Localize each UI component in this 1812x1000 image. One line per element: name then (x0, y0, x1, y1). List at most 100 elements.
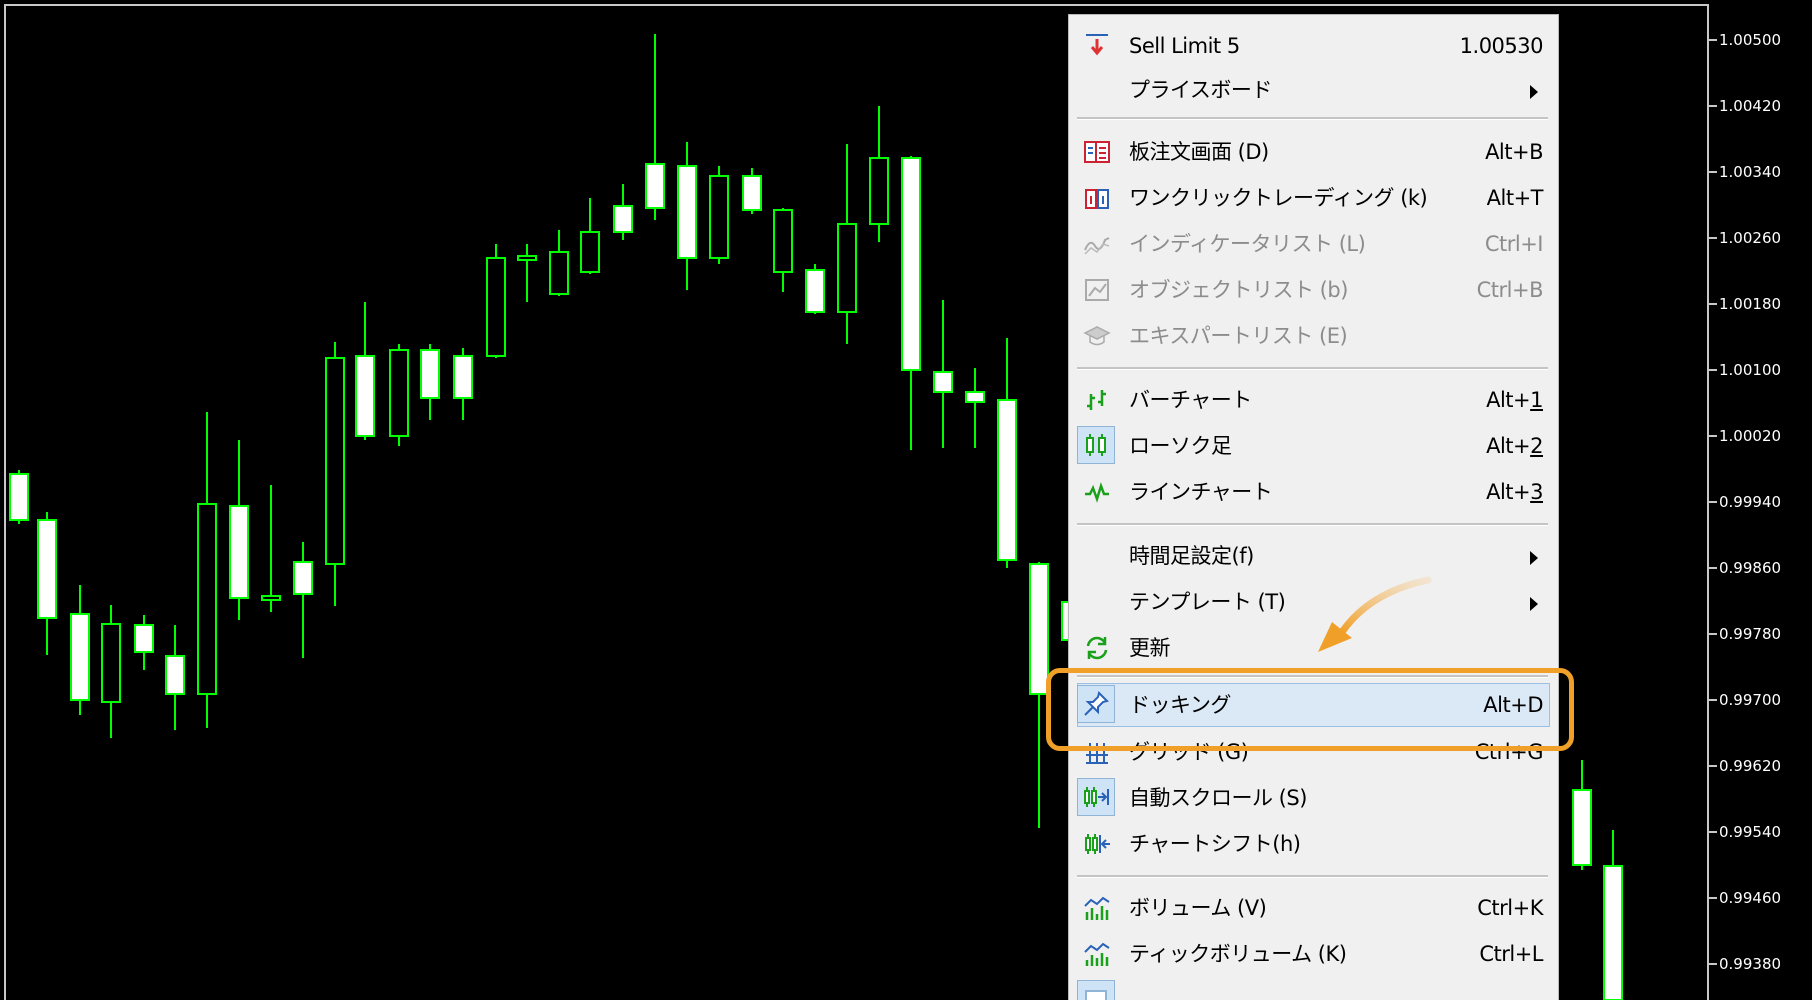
price-tick-mark (1709, 963, 1717, 965)
candle-body (869, 157, 889, 225)
candlestick (325, 342, 345, 606)
menu-item-bar-chart[interactable]: バーチャート Alt+1 (1069, 377, 1558, 423)
menu-item-label: エキスパートリスト (E) (1129, 324, 1348, 348)
price-tick-mark (1709, 765, 1717, 767)
price-tick-label: 0.99540 (1719, 823, 1782, 841)
bar-chart-icon (1083, 386, 1111, 414)
menu-item-value: 1.00530 (1459, 34, 1544, 58)
price-tick-mark (1709, 633, 1717, 635)
candlestick (293, 542, 313, 658)
price-tick-mark (1709, 237, 1717, 239)
candle-body (486, 257, 506, 357)
menu-item-label: バーチャート (1129, 388, 1252, 412)
candle-body (134, 624, 154, 653)
candlestick (580, 198, 600, 274)
candle-body (517, 255, 537, 261)
menu-item-expert-list: エキスパートリスト (E) (1069, 313, 1558, 359)
candlestick (901, 156, 921, 450)
candle-body (933, 371, 953, 393)
price-tick-mark (1709, 369, 1717, 371)
price-tick-label: 0.99860 (1719, 559, 1782, 577)
price-tick-label: 0.99780 (1719, 625, 1782, 643)
submenu-arrow-icon (1530, 597, 1538, 611)
menu-separator (1077, 117, 1548, 120)
menu-item-one-click-trading[interactable]: ワンクリックトレーディング (k) Alt+T (1069, 175, 1558, 221)
menu-item-partial-cut-off[interactable] (1069, 977, 1558, 1000)
candlestick (9, 470, 29, 524)
menu-item-line-chart[interactable]: ラインチャート Alt+3 (1069, 469, 1558, 515)
candlestick (773, 208, 793, 292)
menu-separator (1077, 523, 1548, 526)
menu-item-depth-of-market[interactable]: 板注文画面 (D) Alt+B (1069, 129, 1558, 175)
menu-item-volume[interactable]: ボリューム (V) Ctrl+K (1069, 885, 1558, 931)
candle-body (389, 349, 409, 437)
candle-body (229, 505, 249, 599)
candle-body (805, 269, 825, 313)
menu-item-shortcut: Alt+B (1485, 140, 1543, 164)
candle-body (645, 163, 665, 209)
candlestick (420, 344, 440, 420)
menu-item-label: テンプレート (T) (1129, 590, 1286, 614)
menu-item-sell-limit[interactable]: Sell Limit 5 1.00530 (1069, 23, 1558, 69)
candle-body (355, 355, 375, 437)
price-tick-label: 1.00420 (1719, 97, 1782, 115)
menu-item-chart-shift[interactable]: チャートシフト(h) (1069, 821, 1558, 867)
candle-body (70, 613, 90, 701)
candle-body (965, 391, 985, 403)
candle-body (420, 349, 440, 399)
price-tick-mark (1709, 897, 1717, 899)
menu-item-price-board[interactable]: プライスボード (1069, 67, 1558, 113)
menu-item-auto-scroll[interactable]: 自動スクロール (S) (1069, 775, 1558, 821)
menu-item-label: 自動スクロール (S) (1129, 786, 1307, 810)
candlestick (613, 184, 633, 240)
price-tick-mark (1709, 831, 1717, 833)
candle-body (165, 655, 185, 695)
indicator-icon (1083, 230, 1111, 258)
menu-item-label: プライスボード (1129, 78, 1272, 102)
menu-item-object-list: オブジェクトリスト (b) Ctrl+B (1069, 267, 1558, 313)
menu-item-shortcut: Alt+1 (1486, 388, 1543, 412)
auto-scroll-icon (1077, 778, 1115, 816)
partial-item-icon (1077, 980, 1115, 1000)
chart-shift-icon (1083, 830, 1111, 858)
volume-icon (1083, 894, 1111, 922)
chart-window[interactable]: 1.00500 1.00420 1.00340 1.00260 1.00180 1.001… (0, 0, 1812, 1000)
candle-body (1029, 563, 1049, 695)
price-tick-mark (1709, 39, 1717, 41)
candlestick (869, 106, 889, 242)
chart-context-menu: Sell Limit 5 1.00530 プライスボード 板注文画面 (D) A… (1068, 14, 1559, 1000)
menu-item-shortcut: Alt+3 (1486, 480, 1543, 504)
pointer-arrow-icon (1318, 576, 1432, 652)
candlestick (709, 166, 729, 264)
menu-item-tick-volume[interactable]: ティックボリューム (K) Ctrl+L (1069, 931, 1558, 977)
candlestick (805, 264, 825, 314)
menu-separator (1077, 875, 1548, 878)
candle-body (709, 175, 729, 259)
price-tick-label: 1.00500 (1719, 31, 1782, 49)
candlestick (389, 344, 409, 446)
price-tick-mark (1709, 567, 1717, 569)
candlestick (645, 34, 665, 220)
price-tick-mark (1709, 501, 1717, 503)
menu-item-label: ローソク足 (1129, 434, 1232, 458)
menu-item-indicator-list: インディケータリスト (L) Ctrl+I (1069, 221, 1558, 267)
candle-body (837, 223, 857, 313)
menu-item-shortcut: Alt+T (1486, 186, 1544, 210)
price-tick-label: 0.99700 (1719, 691, 1782, 709)
candle-body (549, 251, 569, 295)
candlestick (1572, 760, 1592, 870)
submenu-arrow-icon (1530, 85, 1538, 99)
candlestick (453, 348, 473, 420)
order-book-icon (1083, 138, 1111, 166)
candlestick (261, 485, 281, 612)
menu-item-candlestick[interactable]: ローソク足 Alt+2 (1069, 423, 1558, 469)
candle-body (37, 519, 57, 619)
submenu-arrow-icon (1530, 551, 1538, 565)
menu-item-label: ラインチャート (1129, 480, 1273, 504)
candle-body (580, 231, 600, 273)
candlestick (1603, 830, 1623, 1000)
menu-item-shortcut: Ctrl+B (1476, 278, 1544, 302)
candlestick (355, 302, 375, 440)
price-tick-mark (1709, 303, 1717, 305)
menu-item-label: ティックボリューム (K) (1129, 942, 1347, 966)
